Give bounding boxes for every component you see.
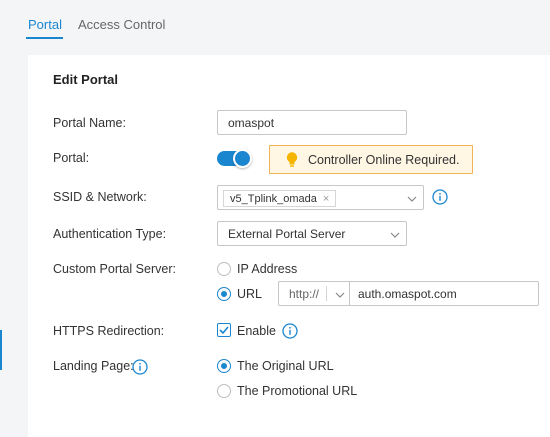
radio-promotional-url[interactable] — [217, 384, 231, 398]
notice-text: Controller Online Required. — [308, 152, 460, 167]
controller-online-notice: Controller Online Required. — [269, 145, 473, 174]
page-title: Edit Portal — [53, 72, 119, 87]
ssid-network-label: SSID & Network: — [53, 190, 147, 204]
authentication-type-value: External Portal Server — [228, 226, 346, 241]
portal-url-input[interactable]: auth.omaspot.com — [349, 281, 539, 306]
custom-portal-server-label: Custom Portal Server: — [53, 262, 176, 276]
tab-bar: Portal Access Control — [0, 0, 550, 40]
portal-name-input[interactable]: omaspot — [217, 110, 407, 135]
enable-label: Enable — [237, 324, 276, 338]
active-tab-indicator — [26, 37, 63, 39]
chevron-down-icon — [407, 196, 417, 202]
ssid-tag-label: v5_Tplink_omada — [230, 192, 317, 205]
tab-portal[interactable]: Portal — [28, 17, 62, 32]
portal-toggle[interactable] — [217, 149, 252, 168]
close-icon[interactable]: × — [323, 193, 329, 205]
portal-url-value: auth.omaspot.com — [358, 286, 457, 301]
https-redirection-label: HTTPS Redirection: — [53, 324, 165, 338]
url-option-label: URL — [237, 287, 263, 301]
https-redirection-checkbox[interactable] — [217, 323, 231, 337]
chevron-down-icon — [390, 232, 400, 238]
authentication-type-label: Authentication Type: — [53, 227, 167, 241]
protocol-select[interactable]: http:// — [278, 281, 350, 306]
protocol-value: http:// — [289, 286, 320, 301]
ssid-tag: v5_Tplink_omada × — [223, 190, 337, 207]
portal-name-value: omaspot — [228, 115, 275, 130]
info-icon[interactable] — [432, 189, 448, 205]
check-icon — [219, 326, 229, 335]
radio-original-url[interactable] — [217, 359, 231, 373]
landing-page-label: Landing Page: — [53, 359, 134, 373]
info-icon[interactable] — [132, 359, 148, 375]
side-indicator — [0, 330, 2, 370]
lightbulb-icon — [286, 151, 298, 167]
protocol-divider — [326, 286, 327, 301]
ssid-network-select[interactable]: v5_Tplink_omada × — [217, 185, 424, 210]
chevron-down-icon — [335, 292, 345, 298]
tab-access-control[interactable]: Access Control — [78, 17, 165, 32]
original-url-option-label: The Original URL — [237, 359, 334, 373]
authentication-type-select[interactable]: External Portal Server — [217, 221, 407, 246]
ip-address-option-label: IP Address — [237, 262, 298, 276]
promotional-url-option-label: The Promotional URL — [237, 384, 358, 398]
portal-name-label: Portal Name: — [53, 116, 126, 130]
portal-label: Portal: — [53, 151, 90, 165]
radio-ip-address[interactable] — [217, 262, 231, 276]
radio-url[interactable] — [217, 287, 231, 301]
info-icon[interactable] — [282, 323, 298, 339]
